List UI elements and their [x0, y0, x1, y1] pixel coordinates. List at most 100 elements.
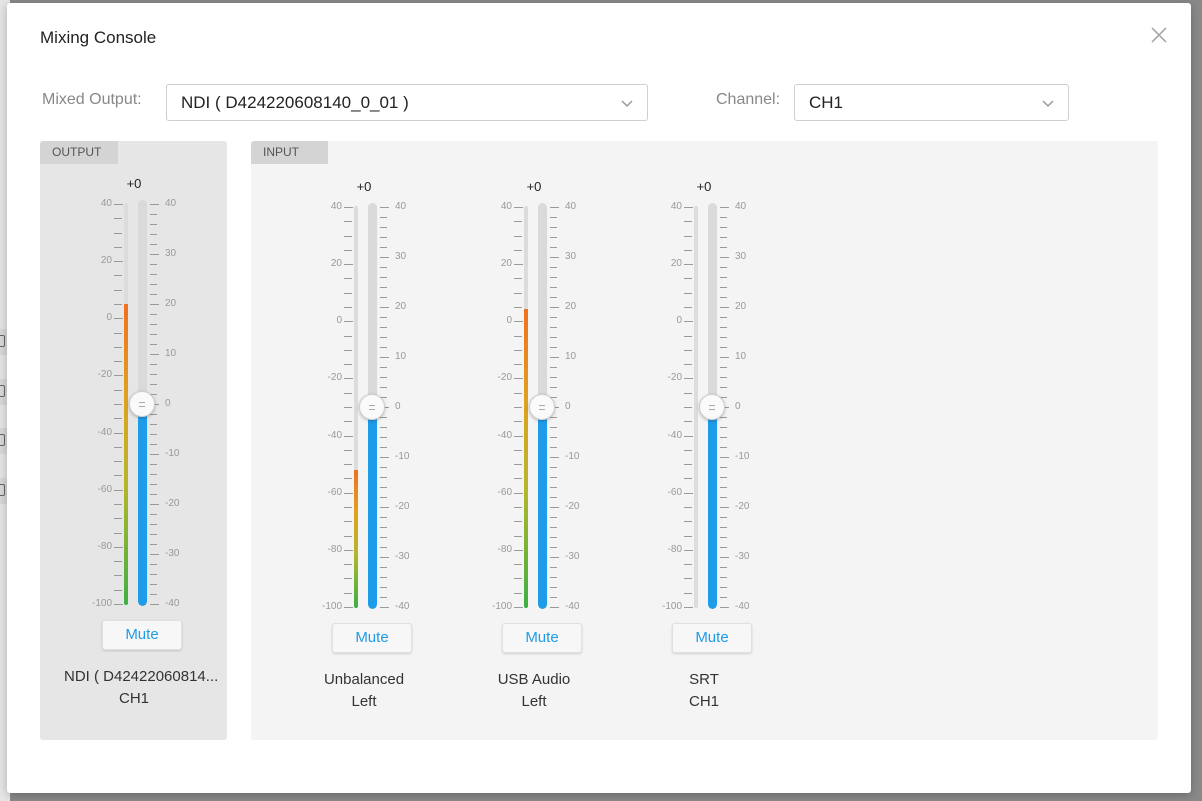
scale-tick — [550, 207, 559, 208]
scale-tick — [380, 317, 387, 318]
scale-tick — [550, 277, 557, 278]
scale-tick — [150, 494, 157, 495]
scale-tick — [720, 257, 729, 258]
scale-tick — [514, 221, 522, 223]
scale-tick — [684, 278, 692, 280]
scale-tick — [720, 567, 727, 568]
scale-tick — [514, 364, 522, 366]
scale-tick — [684, 307, 692, 308]
level-meter-fill — [124, 303, 128, 605]
scale-tick — [720, 327, 727, 328]
fader-scale-label: 30 — [565, 251, 577, 262]
scale-tick — [550, 307, 559, 308]
scale-tick — [150, 534, 157, 535]
fader-scale-label: 10 — [395, 351, 407, 362]
channel-name-line1: SRT — [689, 671, 719, 688]
scale-tick — [514, 349, 522, 351]
channel-label: Channel: — [716, 91, 781, 108]
scale-tick — [150, 544, 157, 545]
channel-select[interactable]: CH1 — [794, 84, 1069, 121]
fader-knob[interactable] — [699, 394, 725, 420]
scale-tick — [550, 247, 557, 248]
scale-tick — [514, 521, 522, 523]
level-meter — [694, 206, 698, 608]
scale-tick — [150, 414, 157, 415]
scale-tick — [344, 464, 352, 466]
scale-tick — [720, 427, 727, 428]
scale-tick — [380, 497, 387, 498]
scale-tick — [150, 574, 157, 575]
scale-tick — [344, 264, 353, 266]
scale-tick — [380, 367, 387, 368]
meter-scale-label: -40 — [97, 426, 112, 438]
scale-tick — [684, 535, 692, 537]
scale-tick — [514, 478, 522, 480]
fader-knob[interactable] — [129, 391, 155, 417]
scale-tick — [380, 237, 387, 238]
level-meter — [124, 203, 128, 605]
scale-tick — [550, 217, 557, 218]
scale-tick — [380, 507, 389, 508]
meter-scale-label: -20 — [667, 372, 682, 384]
mute-button[interactable]: Mute — [672, 623, 752, 653]
scale-tick — [550, 467, 557, 468]
scale-tick — [150, 314, 157, 315]
channel-name-line2: Left — [521, 693, 547, 710]
close-button[interactable] — [1147, 23, 1171, 47]
meter-scale-label: -80 — [97, 540, 112, 552]
scale-tick — [514, 307, 522, 308]
scale-tick — [514, 407, 522, 408]
fader-scale-label: -40 — [395, 601, 410, 612]
scale-tick — [344, 378, 353, 380]
scale-tick — [684, 592, 692, 594]
scale-tick — [684, 578, 692, 580]
scale-tick — [550, 337, 557, 338]
scale-tick — [380, 557, 389, 558]
scale-tick — [550, 347, 557, 348]
fader-knob[interactable] — [359, 394, 385, 420]
fader-scale-label: 10 — [565, 351, 577, 362]
scale-tick — [380, 517, 387, 518]
channel-name: Unbalanced Left — [294, 669, 434, 713]
scale-tick — [150, 454, 159, 455]
mixing-console-dialog: Mixing Console Mixed Output: NDI ( D4242… — [7, 3, 1191, 793]
scale-tick — [344, 349, 352, 351]
output-panel-tag: OUTPUT — [40, 141, 118, 164]
scale-tick — [344, 478, 352, 480]
mute-button[interactable]: Mute — [102, 620, 182, 650]
scale-tick — [344, 592, 352, 594]
output-panel: OUTPUT +0 40 20 0 -20 -40 -60 -80 -100 40 30 20 10 0 -… — [40, 141, 227, 740]
fader-knob[interactable] — [529, 394, 555, 420]
scale-tick — [720, 357, 729, 358]
mixed-output-select[interactable]: NDI ( D424220608140_0_01 ) — [166, 84, 648, 121]
scale-tick — [150, 504, 159, 505]
scale-tick — [514, 578, 522, 580]
scale-tick — [720, 497, 727, 498]
fader-scale-label: -40 — [735, 601, 750, 612]
scale-tick — [550, 427, 557, 428]
scale-tick — [550, 377, 557, 378]
scale-tick — [380, 527, 387, 528]
scale-tick — [150, 234, 157, 235]
scale-tick — [150, 304, 159, 305]
scale-tick — [344, 364, 352, 366]
meter-scale-label: -40 — [667, 429, 682, 441]
scale-tick — [380, 307, 389, 308]
meter-scale: 40 20 0 -20 -40 -60 -80 -100 — [294, 202, 354, 612]
scale-tick — [150, 374, 157, 375]
scale-tick — [514, 492, 523, 494]
scale-tick — [344, 307, 352, 308]
mute-button[interactable]: Mute — [332, 623, 412, 653]
scale-tick — [380, 247, 387, 248]
mute-button[interactable]: Mute — [502, 623, 582, 653]
scale-tick — [684, 407, 692, 408]
scale-tick — [720, 517, 727, 518]
scale-tick — [550, 447, 557, 448]
channel-name-line2: CH1 — [688, 693, 719, 710]
meter-scale-label: 20 — [330, 258, 342, 270]
scale-tick — [720, 507, 729, 508]
channel-strip: +0 40 20 0 -20 -40 -60 -80 -100 40 30 20 10 0 -10 -20 -3… — [64, 176, 218, 776]
scale-tick — [720, 307, 729, 308]
scale-tick — [150, 484, 157, 485]
scale-tick — [344, 492, 353, 494]
